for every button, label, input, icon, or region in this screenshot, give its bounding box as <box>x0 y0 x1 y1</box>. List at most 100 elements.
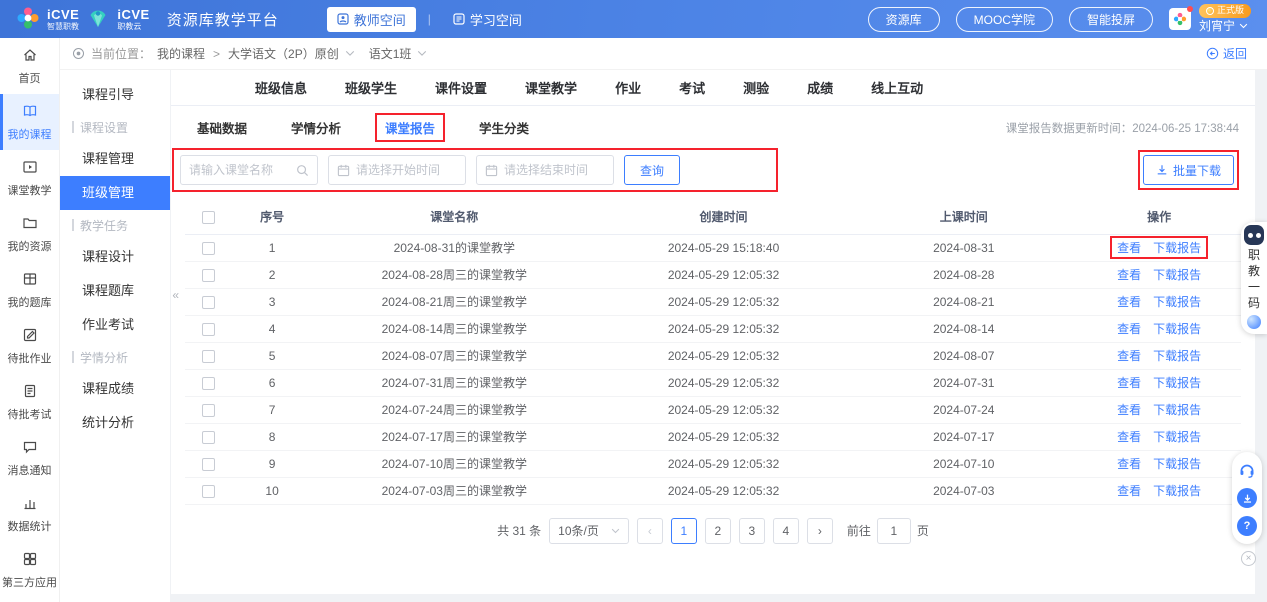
download-report-link[interactable]: 下载报告 <box>1153 320 1201 337</box>
view-link[interactable]: 查看 <box>1117 455 1141 472</box>
download-report-link[interactable]: 下载报告 <box>1153 401 1201 418</box>
sidebar-item[interactable]: 作业考试 <box>60 308 170 342</box>
download-report-link[interactable]: 下载报告 <box>1153 266 1201 283</box>
sidebar-item[interactable]: 课程设计 <box>60 240 170 274</box>
rail-item-message[interactable]: 消息通知 <box>0 430 59 486</box>
download-report-link[interactable]: 下载报告 <box>1153 482 1201 499</box>
goto-page-input[interactable] <box>877 518 911 544</box>
tab-0[interactable]: 班级信息 <box>255 78 307 97</box>
rail-item-resource[interactable]: 我的资源 <box>0 206 59 262</box>
view-link[interactable]: 查看 <box>1117 482 1141 499</box>
select-all-checkbox[interactable] <box>202 211 215 224</box>
username[interactable]: 刘宵宁 <box>1199 19 1248 34</box>
page-button-3[interactable]: 3 <box>739 518 765 544</box>
customer-service-button[interactable] <box>1237 460 1257 480</box>
download-report-link[interactable]: 下载报告 <box>1153 293 1201 310</box>
start-time-picker[interactable] <box>328 155 466 185</box>
download-report-link[interactable]: 下载报告 <box>1153 428 1201 445</box>
tab-6[interactable]: 测验 <box>743 78 769 97</box>
row-checkbox[interactable] <box>202 377 215 390</box>
tab-7[interactable]: 成绩 <box>807 78 833 97</box>
sidebar-item[interactable]: 班级管理 <box>60 176 170 210</box>
page-button-1[interactable]: 1 <box>671 518 697 544</box>
user-area[interactable]: 正式版 刘宵宁 <box>1169 4 1251 33</box>
sidebar-item[interactable]: 课程题库 <box>60 274 170 308</box>
sidebar-item[interactable]: 统计分析 <box>60 406 170 440</box>
rail-item-course[interactable]: 我的课程 <box>0 94 59 150</box>
page-size-select[interactable]: 10条/页 <box>549 518 629 544</box>
rail-item-homework[interactable]: 待批作业 <box>0 318 59 374</box>
view-link[interactable]: 查看 <box>1117 293 1141 310</box>
rail-item-exam[interactable]: 待批考试 <box>0 374 59 430</box>
prev-page-button[interactable]: ‹ <box>637 518 663 544</box>
rail-item-stats[interactable]: 数据统计 <box>0 486 59 542</box>
row-checkbox[interactable] <box>202 296 215 309</box>
chevron-down-icon[interactable] <box>417 50 427 57</box>
tab-2[interactable]: 课件设置 <box>435 78 487 97</box>
view-link[interactable]: 查看 <box>1117 401 1141 418</box>
tab-3[interactable]: 课堂教学 <box>525 78 577 97</box>
page-button-2[interactable]: 2 <box>705 518 731 544</box>
nav-teacher-space[interactable]: 教师空间 <box>327 7 416 32</box>
next-page-button[interactable]: › <box>807 518 833 544</box>
view-link[interactable]: 查看 <box>1117 239 1141 256</box>
tab-8[interactable]: 线上互动 <box>871 78 923 97</box>
download-report-link[interactable]: 下载报告 <box>1153 374 1201 391</box>
search-input[interactable] <box>189 163 290 177</box>
batch-download-button[interactable]: 批量下载 <box>1143 155 1234 185</box>
breadcrumb-course-select[interactable]: 大学语文（2P）原创 <box>228 45 339 62</box>
tab-1[interactable]: 班级学生 <box>345 78 397 97</box>
sidebar-item[interactable]: 课程引导 <box>60 78 170 112</box>
download-center-button[interactable] <box>1237 488 1257 508</box>
view-link[interactable]: 查看 <box>1117 266 1141 283</box>
end-time-input[interactable] <box>504 163 605 177</box>
mooc-college-button[interactable]: MOOC学院 <box>956 7 1053 32</box>
rail-item-apps[interactable]: 第三方应用 <box>0 542 59 598</box>
help-button[interactable]: ? <box>1237 516 1257 536</box>
row-checkbox[interactable] <box>202 269 215 282</box>
rail-item-bank[interactable]: 我的题库 <box>0 262 59 318</box>
total-count: 共 31 条 <box>497 522 541 539</box>
nav-student-space[interactable]: 学习空间 <box>443 7 532 32</box>
close-float-button[interactable]: × <box>1241 551 1256 566</box>
end-time-picker[interactable] <box>476 155 614 185</box>
avatar[interactable] <box>1169 8 1191 30</box>
class-name-search[interactable] <box>180 155 318 185</box>
sidebar-collapse-handle[interactable]: « <box>172 288 179 302</box>
sidebar-item[interactable]: 课程成绩 <box>60 372 170 406</box>
subtab-1[interactable]: 学情分析 <box>281 113 351 142</box>
rail-item-classroom[interactable]: 课堂教学 <box>0 150 59 206</box>
download-report-link[interactable]: 下载报告 <box>1153 239 1201 256</box>
cell-created-time: 2024-05-29 12:05:32 <box>597 423 850 450</box>
start-time-input[interactable] <box>356 163 457 177</box>
view-link[interactable]: 查看 <box>1117 320 1141 337</box>
row-checkbox[interactable] <box>202 485 215 498</box>
breadcrumb-class-select[interactable]: 语文1班 <box>369 45 412 62</box>
row-checkbox[interactable] <box>202 350 215 363</box>
view-link[interactable]: 查看 <box>1117 374 1141 391</box>
page-button-4[interactable]: 4 <box>773 518 799 544</box>
rail-item-home[interactable]: 首页 <box>0 38 59 94</box>
tab-5[interactable]: 考试 <box>679 78 705 97</box>
row-checkbox[interactable] <box>202 458 215 471</box>
download-report-link[interactable]: 下载报告 <box>1153 347 1201 364</box>
row-checkbox[interactable] <box>202 242 215 255</box>
download-report-link[interactable]: 下载报告 <box>1153 455 1201 472</box>
vocational-code-side-tab[interactable]: 职教一码 <box>1241 222 1267 334</box>
smart-cast-button[interactable]: 智能投屏 <box>1069 7 1153 32</box>
breadcrumb-my-courses[interactable]: 我的课程 <box>157 45 205 62</box>
back-button[interactable]: 返回 <box>1206 45 1247 62</box>
chevron-down-icon[interactable] <box>345 50 355 57</box>
row-checkbox[interactable] <box>202 323 215 336</box>
row-checkbox[interactable] <box>202 431 215 444</box>
query-button[interactable]: 查询 <box>624 155 680 185</box>
subtab-0[interactable]: 基础数据 <box>187 113 257 142</box>
view-link[interactable]: 查看 <box>1117 428 1141 445</box>
tab-4[interactable]: 作业 <box>615 78 641 97</box>
sidebar-item[interactable]: 课程管理 <box>60 142 170 176</box>
subtab-2[interactable]: 课堂报告 <box>375 113 445 142</box>
view-link[interactable]: 查看 <box>1117 347 1141 364</box>
row-checkbox[interactable] <box>202 404 215 417</box>
subtab-3[interactable]: 学生分类 <box>469 113 539 142</box>
resource-library-button[interactable]: 资源库 <box>868 7 940 32</box>
